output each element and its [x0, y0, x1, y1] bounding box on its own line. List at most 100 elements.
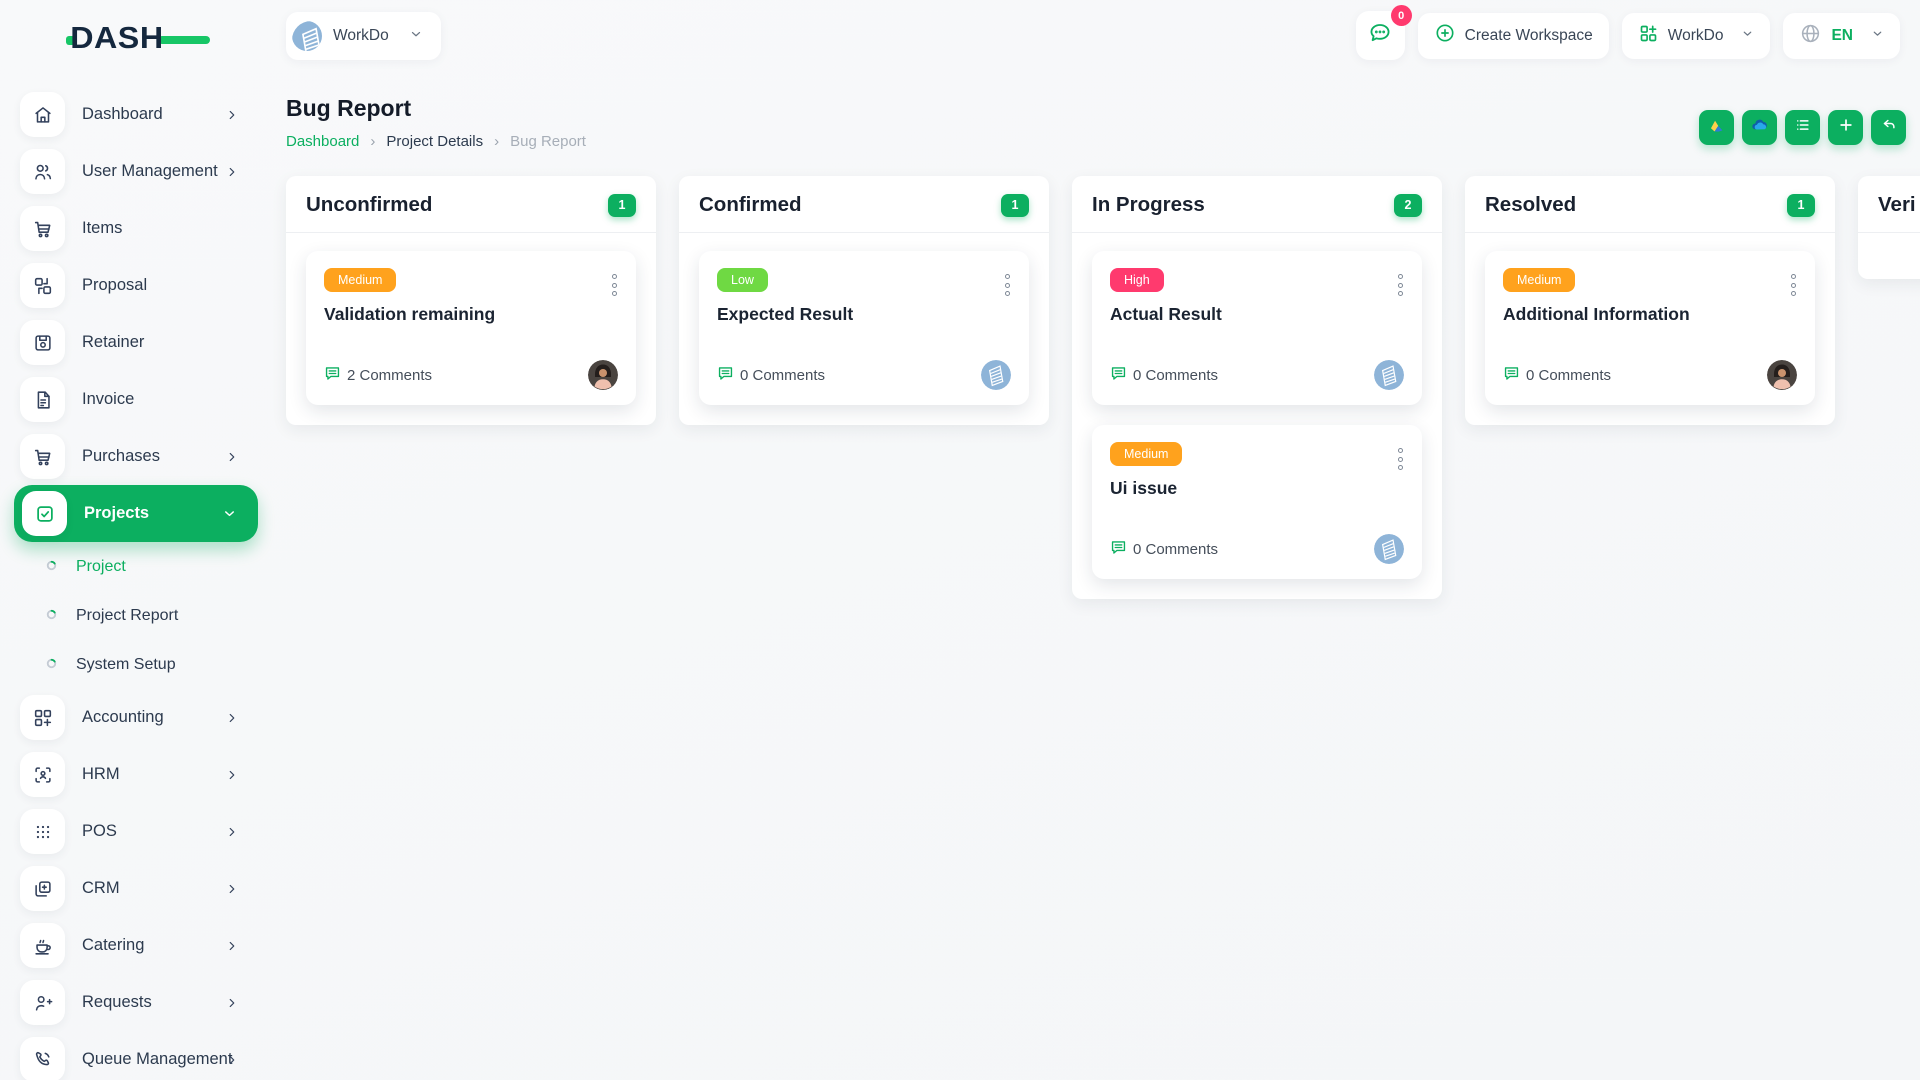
chevron-right-icon — [225, 165, 239, 179]
sidebar-item-accounting[interactable]: Accounting — [0, 689, 272, 746]
card-menu-button[interactable] — [1787, 270, 1800, 300]
workspace-avatar building-icon — [292, 21, 322, 51]
task-card[interactable]: High Actual Result 0 Comments — [1092, 251, 1422, 405]
column-count-badge: 1 — [1001, 194, 1029, 217]
create-workspace-button[interactable]: Create Workspace — [1418, 13, 1609, 59]
sidebar-item-catering[interactable]: Catering — [0, 917, 272, 974]
comments-count: 0 Comments — [1133, 541, 1218, 558]
sidebar-subitem-system-setup[interactable]: System Setup — [0, 640, 272, 689]
column-header: Veri — [1858, 176, 1920, 232]
workspace-selector[interactable]: WorkDo — [286, 12, 441, 60]
breadcrumb-project-details[interactable]: Project Details — [386, 133, 483, 150]
chevron-right-icon — [225, 450, 239, 464]
chevron-right-icon — [225, 939, 239, 953]
sidebar-item-hrm[interactable]: HRM — [0, 746, 272, 803]
priority-badge: Medium — [1110, 442, 1182, 466]
sidebar-item-purchases[interactable]: Purchases — [0, 428, 272, 485]
task-card[interactable]: Medium Ui issue 0 Comments — [1092, 425, 1422, 579]
segment-circle-icon — [46, 607, 57, 625]
google-drive-button[interactable] — [1699, 110, 1734, 145]
list-icon — [1794, 116, 1812, 139]
assignee-avatar building-icon[interactable] — [981, 360, 1011, 390]
card-footer: 2 Comments — [324, 360, 618, 390]
sidebar-item-user-management[interactable]: User Management — [0, 143, 272, 200]
card-title: Expected Result — [717, 304, 1011, 325]
phone-wave-icon — [20, 1037, 65, 1080]
card-menu-button[interactable] — [1394, 444, 1407, 474]
google-drive-icon — [1707, 116, 1726, 140]
list-view-button[interactable] — [1785, 110, 1820, 145]
sidebar-item-retainer[interactable]: Retainer — [0, 314, 272, 371]
dots-grid-icon — [20, 809, 65, 854]
column-header: Resolved 1 — [1465, 176, 1835, 232]
sidebar-item-requests[interactable]: Requests — [0, 974, 272, 1031]
comments-count: 0 Comments — [740, 367, 825, 384]
save-icon — [20, 320, 65, 365]
plus-circle-icon — [1434, 22, 1456, 49]
chevron-down-icon — [222, 506, 237, 521]
column-title: Confirmed — [699, 193, 802, 217]
chevron-right-icon — [225, 768, 239, 782]
task-card[interactable]: Low Expected Result 0 Comments — [699, 251, 1029, 405]
sidebar-subitem-project-report[interactable]: Project Report — [0, 591, 272, 640]
priority-badge: Low — [717, 268, 768, 292]
add-button[interactable] — [1828, 110, 1863, 145]
card-menu-button[interactable] — [1001, 270, 1014, 300]
sidebar-item-projects[interactable]: Projects — [14, 485, 258, 542]
document-icon — [20, 377, 65, 422]
card-footer: 0 Comments — [1110, 534, 1404, 564]
assignee-avatar woman-photo[interactable] — [588, 360, 618, 390]
task-card[interactable]: Medium Additional Information 0 Comments — [1485, 251, 1815, 405]
language-selector[interactable]: EN — [1783, 13, 1900, 59]
sidebar-item-items[interactable]: Items — [0, 200, 272, 257]
sidebar-item-pos[interactable]: POS — [0, 803, 272, 860]
sidebar: Dashboard User Management Items Proposal… — [0, 86, 272, 1080]
sidebar-item-proposal[interactable]: Proposal — [0, 257, 272, 314]
chevron-right-icon — [225, 996, 239, 1010]
comments-link[interactable]: 0 Comments — [1503, 365, 1611, 386]
back-button[interactable] — [1871, 110, 1906, 145]
segment-circle-icon — [46, 656, 57, 674]
sidebar-item-dashboard[interactable]: Dashboard — [0, 86, 272, 143]
onedrive-button[interactable] — [1742, 110, 1777, 145]
task-card[interactable]: Medium Validation remaining 2 Comments — [306, 251, 636, 405]
sidebar-subitem-project[interactable]: Project — [0, 542, 272, 591]
undo-icon — [1880, 116, 1898, 139]
card-menu-button[interactable] — [1394, 270, 1407, 300]
comments-link[interactable]: 2 Comments — [324, 365, 432, 386]
home-icon — [20, 92, 65, 137]
assignee-avatar woman-photo[interactable] — [1767, 360, 1797, 390]
app-logo[interactable]: DASH — [66, 20, 210, 56]
comments-link[interactable]: 0 Comments — [1110, 539, 1218, 560]
comments-link[interactable]: 0 Comments — [717, 365, 825, 386]
assignee-avatar building-icon[interactable] — [1374, 534, 1404, 564]
comment-icon — [1110, 365, 1127, 386]
swap-squares-icon — [20, 263, 65, 308]
breadcrumb-dashboard[interactable]: Dashboard — [286, 133, 359, 150]
segment-circle-icon — [46, 558, 57, 576]
grid-plus-icon — [1638, 23, 1659, 49]
comments-count: 0 Comments — [1526, 367, 1611, 384]
org-switcher-button[interactable]: WorkDo — [1622, 13, 1771, 59]
sidebar-item-queue-management[interactable]: Queue Management — [0, 1031, 272, 1080]
assignee-avatar building-icon[interactable] — [1374, 360, 1404, 390]
sidebar-item-crm[interactable]: CRM — [0, 860, 272, 917]
card-footer: 0 Comments — [1110, 360, 1404, 390]
chevron-down-icon — [1871, 27, 1884, 45]
column-header: In Progress 2 — [1072, 176, 1442, 232]
messages-button[interactable]: 0 — [1356, 11, 1405, 60]
card-menu-button[interactable] — [608, 270, 621, 300]
person-focus-icon — [20, 752, 65, 797]
grid-plus-icon — [20, 695, 65, 740]
card-footer: 0 Comments — [717, 360, 1011, 390]
column-count-badge: 2 — [1394, 194, 1422, 217]
comments-link[interactable]: 0 Comments — [1110, 365, 1218, 386]
kanban-column-resolved: Resolved 1 Medium Additional Information… — [1465, 176, 1835, 425]
coffee-icon — [20, 923, 65, 968]
sidebar-item-invoice[interactable]: Invoice — [0, 371, 272, 428]
users-icon — [20, 149, 65, 194]
card-title: Actual Result — [1110, 304, 1404, 325]
card-title: Ui issue — [1110, 478, 1404, 499]
language-label: EN — [1831, 27, 1853, 45]
chevron-right-icon — [225, 711, 239, 725]
